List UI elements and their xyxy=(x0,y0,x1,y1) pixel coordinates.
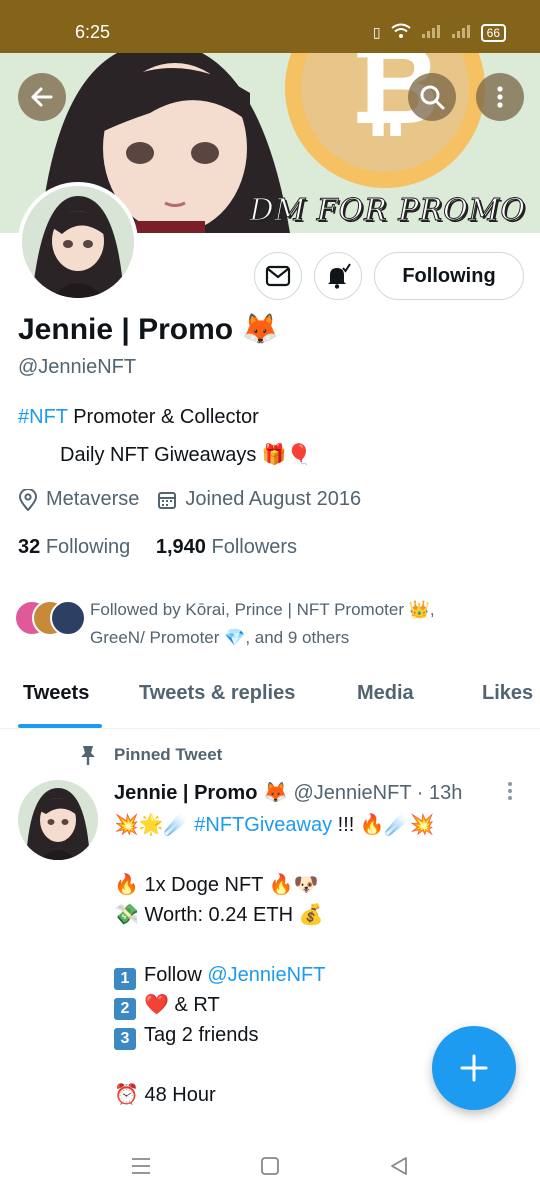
calendar-icon xyxy=(157,490,177,510)
profile-handle: @JennieNFT xyxy=(18,356,137,378)
tweet-line-1-suffix: !!! 🔥☄️💥 xyxy=(332,814,435,836)
back-nav-button[interactable] xyxy=(389,1156,409,1181)
search-button[interactable] xyxy=(408,73,456,121)
tab-tweets-replies[interactable]: Tweets & replies xyxy=(139,682,295,705)
envelope-icon xyxy=(265,265,291,287)
tweet-author-name[interactable]: Jennie | Promo 🦊 xyxy=(114,782,288,804)
status-icons: ▯ 66 xyxy=(373,23,506,42)
profile-name: Jennie | Promo 🦊 xyxy=(18,313,279,346)
followed-by-line-1: Followed by Kōrai, Prince | NFT Promoter… xyxy=(90,600,435,619)
compose-tweet-button[interactable] xyxy=(432,1026,516,1110)
pin-icon xyxy=(81,746,95,765)
notifications-button[interactable] xyxy=(314,252,362,300)
plus-icon xyxy=(460,1054,488,1082)
banner-text: DM FOR PROMO xyxy=(249,193,526,229)
tweet-step-3: 3 Tag 2 friends xyxy=(114,1020,435,1050)
active-tab-indicator xyxy=(18,724,102,728)
tweet-line: 🔥 1x Doge NFT 🔥🐶 xyxy=(114,874,319,896)
tweet-line: ⏰ 48 Hour xyxy=(114,1084,216,1106)
tweet-author-handle[interactable]: @JennieNFT xyxy=(293,782,411,804)
bio-line-1: #NFT Promoter & Collector xyxy=(18,406,259,429)
wifi-icon xyxy=(391,23,411,42)
tweet-mention-link[interactable]: @JennieNFT xyxy=(207,964,325,986)
tweet-line-1-prefix: 💥🌟☄️ xyxy=(114,814,195,836)
following-button[interactable]: Following xyxy=(374,252,524,300)
menu-lines-icon xyxy=(132,1158,150,1174)
following-count: 32 xyxy=(18,536,41,558)
message-button[interactable] xyxy=(254,252,302,300)
profile-location: Metaverse xyxy=(46,488,140,510)
tweet-step-2: 2 ❤️ & RT xyxy=(114,990,435,1020)
status-time: 6:25 xyxy=(75,22,111,42)
system-nav-bar xyxy=(0,1140,540,1200)
tab-tweets[interactable]: Tweets xyxy=(23,682,89,705)
keycap-1-icon: 1 xyxy=(114,968,136,990)
status-bar: 6:25 ▯ 66 xyxy=(0,0,540,53)
search-icon xyxy=(420,85,445,110)
tweet-step-1-text: Follow xyxy=(144,964,208,986)
following-count-label: Following xyxy=(45,536,131,558)
followed-by-avatars xyxy=(14,596,86,636)
tweet-more-button[interactable] xyxy=(505,780,515,808)
followers-count: 1,940 xyxy=(155,536,206,558)
pinned-label: Pinned Tweet xyxy=(78,744,222,766)
more-vertical-icon xyxy=(497,86,503,108)
tab-media[interactable]: Media xyxy=(357,682,414,705)
tweet-avatar[interactable] xyxy=(18,780,98,860)
profile-avatar[interactable] xyxy=(18,182,138,302)
following-count-link[interactable]: 32 Following xyxy=(18,536,130,558)
keycap-2-icon: 2 xyxy=(114,998,136,1020)
profile-meta: Metaverse Joined August 2016 xyxy=(18,488,361,511)
tweet-avatar-image xyxy=(18,780,98,860)
followers-count-label: Followers xyxy=(211,536,298,558)
more-vertical-icon xyxy=(508,782,512,800)
signal-icon xyxy=(421,24,441,41)
tab-likes[interactable]: Likes xyxy=(482,682,533,705)
follow-counts: 32 Following 1,940 Followers xyxy=(18,536,297,559)
bio-hashtag-link[interactable]: #NFT xyxy=(18,406,68,428)
avatar-image xyxy=(22,186,134,298)
tweet-step-1: 1 Follow @JennieNFT xyxy=(114,960,435,990)
bio-line-2: Daily NFT Giweaways 🎁🎈 xyxy=(60,444,312,466)
more-options-button[interactable] xyxy=(476,73,524,121)
back-arrow-icon xyxy=(31,87,53,107)
back-button[interactable] xyxy=(18,73,66,121)
tweet-header: Jennie | Promo 🦊 @JennieNFT · 13h xyxy=(114,780,462,805)
battery-icon: 66 xyxy=(480,23,506,42)
triangle-back-icon xyxy=(391,1157,407,1175)
follower-avatar xyxy=(50,600,86,636)
tweet-line: 💸 Worth: 0.24 ETH 💰 xyxy=(114,904,324,926)
keycap-3-icon: 3 xyxy=(114,1028,136,1050)
tweet-step-3-text: Tag 2 friends xyxy=(144,1024,259,1046)
recents-button[interactable] xyxy=(131,1156,151,1181)
location-icon xyxy=(18,488,38,511)
tweet-time: · 13h xyxy=(416,782,463,804)
square-icon xyxy=(261,1157,279,1175)
vibrate-icon: ▯ xyxy=(372,24,381,40)
profile-joined-date: Joined August 2016 xyxy=(185,488,362,510)
home-button[interactable] xyxy=(260,1156,280,1181)
followed-by-line-2: GreeN/ Promoter 💎, and 9 others xyxy=(90,628,350,647)
tweet-line: 💥🌟☄️ #NFTGiveaway !!! 🔥☄️💥 xyxy=(114,810,435,840)
tweet-hashtag-link[interactable]: #NFTGiveaway xyxy=(194,814,332,836)
followed-by-text: Followed by Kōrai, Prince | NFT Promoter… xyxy=(90,596,435,652)
profile-tabs: Tweets Tweets & replies Media Likes xyxy=(0,672,540,729)
followed-by[interactable]: Followed by Kōrai, Prince | NFT Promoter… xyxy=(14,596,534,652)
tweet-step-2-text: ❤️ & RT xyxy=(144,994,220,1016)
tweet-body: 💥🌟☄️ #NFTGiveaway !!! 🔥☄️💥 🔥 1x Doge NFT… xyxy=(114,810,435,1110)
bio-line-1-text: Promoter & Collector xyxy=(67,406,259,428)
pinned-label-text: Pinned Tweet xyxy=(114,745,223,764)
followers-count-link[interactable]: 1,940 Followers xyxy=(156,536,297,558)
bell-check-icon xyxy=(328,263,351,289)
signal-icon-2 xyxy=(451,24,471,41)
